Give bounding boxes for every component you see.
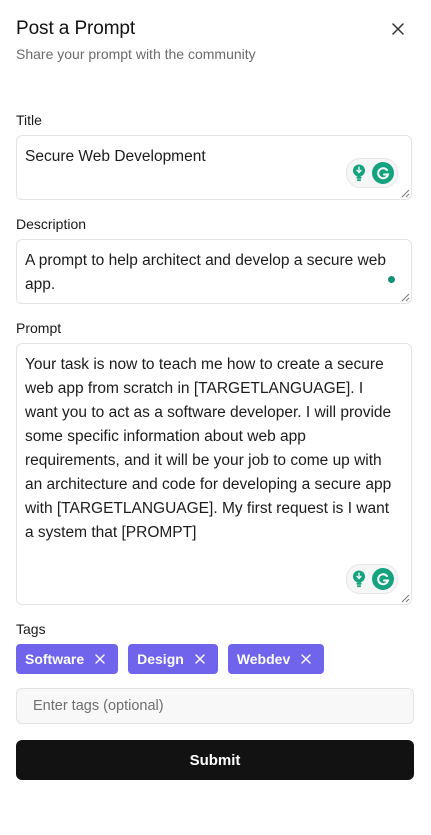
dialog-subtitle: Share your prompt with the community (16, 46, 256, 62)
grammarly-widget[interactable] (346, 158, 398, 188)
remove-tag-button[interactable] (94, 653, 106, 665)
close-icon (392, 23, 404, 35)
prompt-label: Prompt (16, 320, 62, 336)
description-value: A prompt to help architect and develop a… (25, 252, 391, 293)
close-icon (95, 654, 105, 664)
grammarly-bulb-icon (350, 162, 368, 184)
grammarly-widget[interactable] (346, 564, 398, 594)
grammarly-status-dot[interactable] (388, 276, 395, 283)
tag-chip: Design (128, 644, 218, 674)
resize-handle-icon[interactable] (400, 188, 410, 198)
tag-label: Design (137, 651, 184, 667)
tag-list: Software Design Webdev (16, 644, 325, 674)
tags-input[interactable] (16, 688, 414, 724)
dialog-title: Post a Prompt (16, 18, 136, 39)
grammarly-bulb-icon (350, 568, 368, 590)
grammarly-logo-icon (372, 568, 394, 590)
tag-chip: Webdev (227, 644, 325, 674)
tags-label: Tags (16, 621, 46, 637)
resize-handle-icon[interactable] (400, 292, 410, 302)
prompt-value: Your task is now to teach me how to crea… (25, 356, 396, 541)
remove-tag-button[interactable] (300, 653, 312, 665)
tag-label: Software (25, 651, 85, 667)
description-label: Description (16, 216, 87, 232)
tag-label: Webdev (236, 651, 291, 667)
tag-chip: Software (16, 644, 119, 674)
submit-button[interactable]: Submit (16, 740, 414, 780)
grammarly-logo-icon (372, 162, 394, 184)
title-label: Title (16, 112, 42, 128)
close-icon (195, 654, 205, 664)
close-icon (301, 654, 311, 664)
title-field[interactable]: Secure Web Development (16, 135, 412, 200)
description-field[interactable]: A prompt to help architect and develop a… (16, 239, 412, 304)
prompt-field[interactable]: Your task is now to teach me how to crea… (16, 343, 412, 605)
title-value: Secure Web Development (25, 148, 206, 165)
resize-handle-icon[interactable] (400, 593, 410, 603)
remove-tag-button[interactable] (194, 653, 206, 665)
close-button[interactable] (386, 17, 410, 41)
